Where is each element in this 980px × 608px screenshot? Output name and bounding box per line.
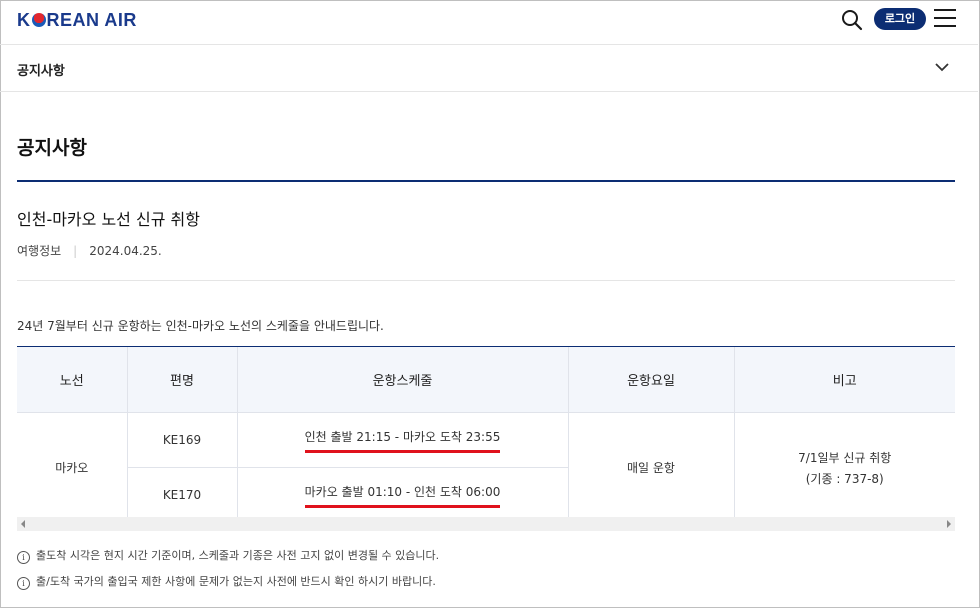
- flight-cell: KE170: [126, 467, 237, 523]
- footnote-text: 출도착 시각은 현지 시간 기준이며, 스케줄과 기종은 사전 고지 없이 변경…: [36, 549, 440, 562]
- login-button[interactable]: 로그인: [874, 8, 926, 30]
- flight-cell: KE169: [126, 412, 237, 468]
- header-days: 운항요일: [567, 346, 734, 413]
- header-flight: 편명: [126, 346, 237, 413]
- page-title: 공지사항: [17, 137, 87, 159]
- menu-icon[interactable]: [934, 9, 956, 29]
- schedule-text: 인천 출발 21:15 - 마카오 도착 23:55: [304, 428, 501, 453]
- footnote: i 출/도착 국가의 출입국 제한 사항에 문제가 없는지 사전에 반드시 확인 …: [17, 573, 436, 590]
- logo-taegeuk-icon: [31, 13, 46, 27]
- info-icon: i: [17, 551, 30, 564]
- header-remarks: 비고: [733, 346, 955, 413]
- footnote-text: 출/도착 국가의 출입국 제한 사항에 문제가 없는지 사전에 반드시 확인 하…: [36, 575, 436, 588]
- section-nav[interactable]: 공지사항: [0, 45, 978, 92]
- info-icon: i: [17, 577, 30, 590]
- site-header: K REAN AIR 로그인: [0, 0, 978, 45]
- table-header-row: 노선 편명 운항스케줄 운항요일 비고: [17, 346, 955, 413]
- remarks-line: (기종 : 737-8): [805, 471, 884, 486]
- remarks-cell: 7/1일부 신규 취항 (기종 : 737-8): [733, 412, 955, 523]
- schedule-text: 마카오 출발 01:10 - 인천 도착 06:00: [304, 483, 501, 508]
- notice-intro: 24년 7월부터 신규 운항하는 인천-마카오 노선의 스케줄을 안내드립니다.: [17, 319, 384, 333]
- chevron-down-icon[interactable]: [935, 62, 949, 72]
- header-schedule: 운항스케줄: [236, 346, 568, 413]
- korean-air-logo[interactable]: K REAN AIR: [17, 10, 137, 31]
- footnote: i 출도착 시각은 현지 시간 기준이며, 스케줄과 기종은 사전 고지 없이 변…: [17, 547, 439, 564]
- scroll-right-arrow-icon[interactable]: [947, 520, 951, 528]
- days-cell: 매일 운항: [567, 412, 734, 523]
- section-nav-title: 공지사항: [17, 64, 65, 79]
- header-route: 노선: [17, 346, 127, 413]
- meta-divider: [17, 280, 955, 281]
- notice-title: 인천-마카오 노선 신규 취항: [17, 210, 200, 229]
- remarks-line: 7/1일부 신규 취항: [798, 450, 892, 465]
- notice-meta: 여행정보 | 2024.04.25.: [17, 242, 162, 259]
- schedule-table: 노선 편명 운항스케줄 운항요일 비고 마카오 KE169 인천 출발 21:1…: [17, 346, 955, 523]
- route-cell: 마카오: [17, 412, 127, 523]
- search-icon[interactable]: [840, 8, 864, 32]
- table-row: 마카오 KE169 인천 출발 21:15 - 마카오 도착 23:55 매일 …: [17, 412, 955, 523]
- table-horizontal-scrollbar[interactable]: [17, 517, 955, 531]
- title-divider: [17, 180, 955, 182]
- notice-date: 2024.04.25.: [89, 244, 162, 258]
- schedule-cell: 마카오 출발 01:10 - 인천 도착 06:00: [236, 467, 568, 523]
- meta-separator: |: [73, 244, 78, 258]
- notice-category: 여행정보: [17, 244, 62, 258]
- schedule-cell: 인천 출발 21:15 - 마카오 도착 23:55: [236, 412, 568, 468]
- scroll-left-arrow-icon[interactable]: [21, 520, 25, 528]
